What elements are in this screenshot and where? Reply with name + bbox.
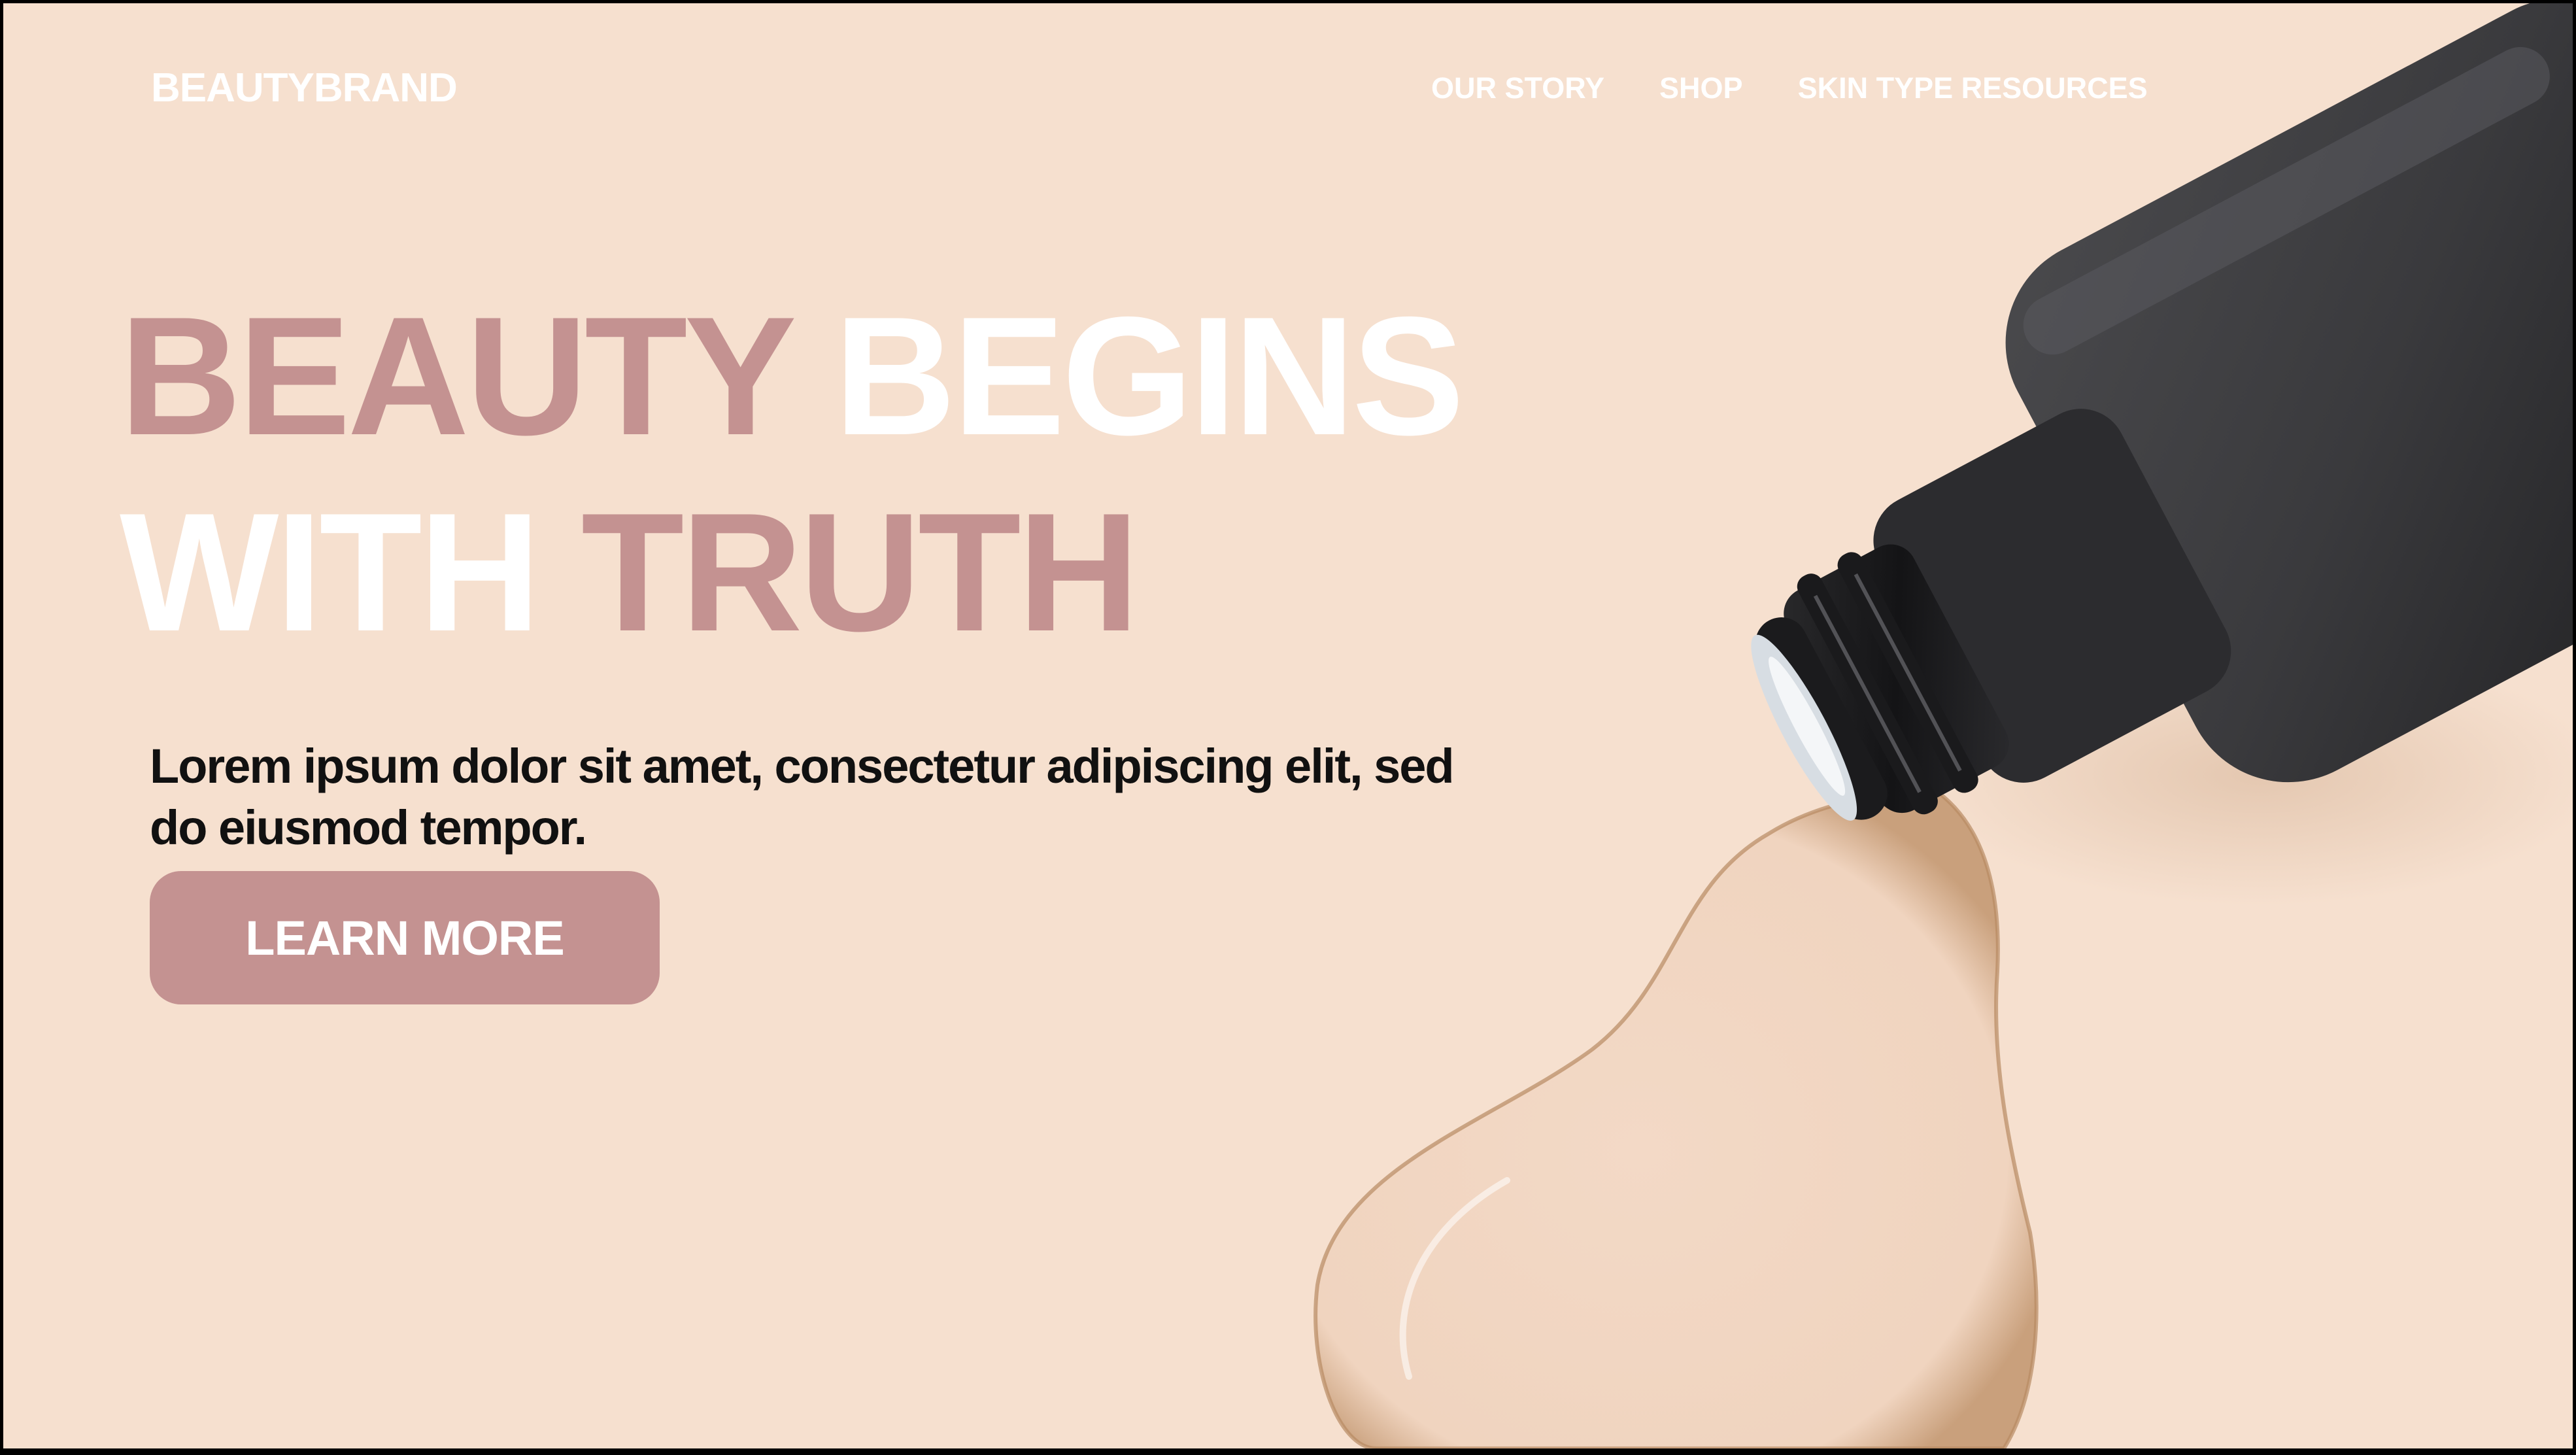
- hero-subtext: Lorem ipsum dolor sit amet, consectetur …: [150, 739, 1455, 855]
- nav-link-shop[interactable]: SHOP: [1659, 71, 1743, 105]
- headline-line-1: BEAUTY BEGINS: [120, 278, 1465, 474]
- hero-headline: BEAUTY BEGINS WITH TRUTH: [120, 278, 1465, 670]
- product-image: [1313, 3, 2573, 1448]
- headline-line-2: WITH TRUTH: [120, 474, 1461, 670]
- headline-word-begins: BEGINS: [834, 281, 1465, 470]
- headline-word-with: WITH: [120, 477, 541, 666]
- headline-word-beauty: BEAUTY: [120, 281, 794, 470]
- nav-link-our-story[interactable]: OUR STORY: [1431, 71, 1604, 105]
- headline-word-truth: TRUTH: [581, 477, 1140, 666]
- main-nav: OUR STORY SHOP SKIN TYPE RESOURCES: [1431, 71, 2148, 105]
- landing-page: BEAUTYBRAND OUR STORY SHOP SKIN TYPE RES…: [3, 3, 2573, 1448]
- learn-more-button[interactable]: LEARN MORE: [150, 871, 660, 1004]
- brand-logo[interactable]: BEAUTYBRAND: [151, 65, 458, 111]
- nav-link-skin-type-resources[interactable]: SKIN TYPE RESOURCES: [1798, 71, 2148, 105]
- liquid-spill: [1313, 785, 2039, 1448]
